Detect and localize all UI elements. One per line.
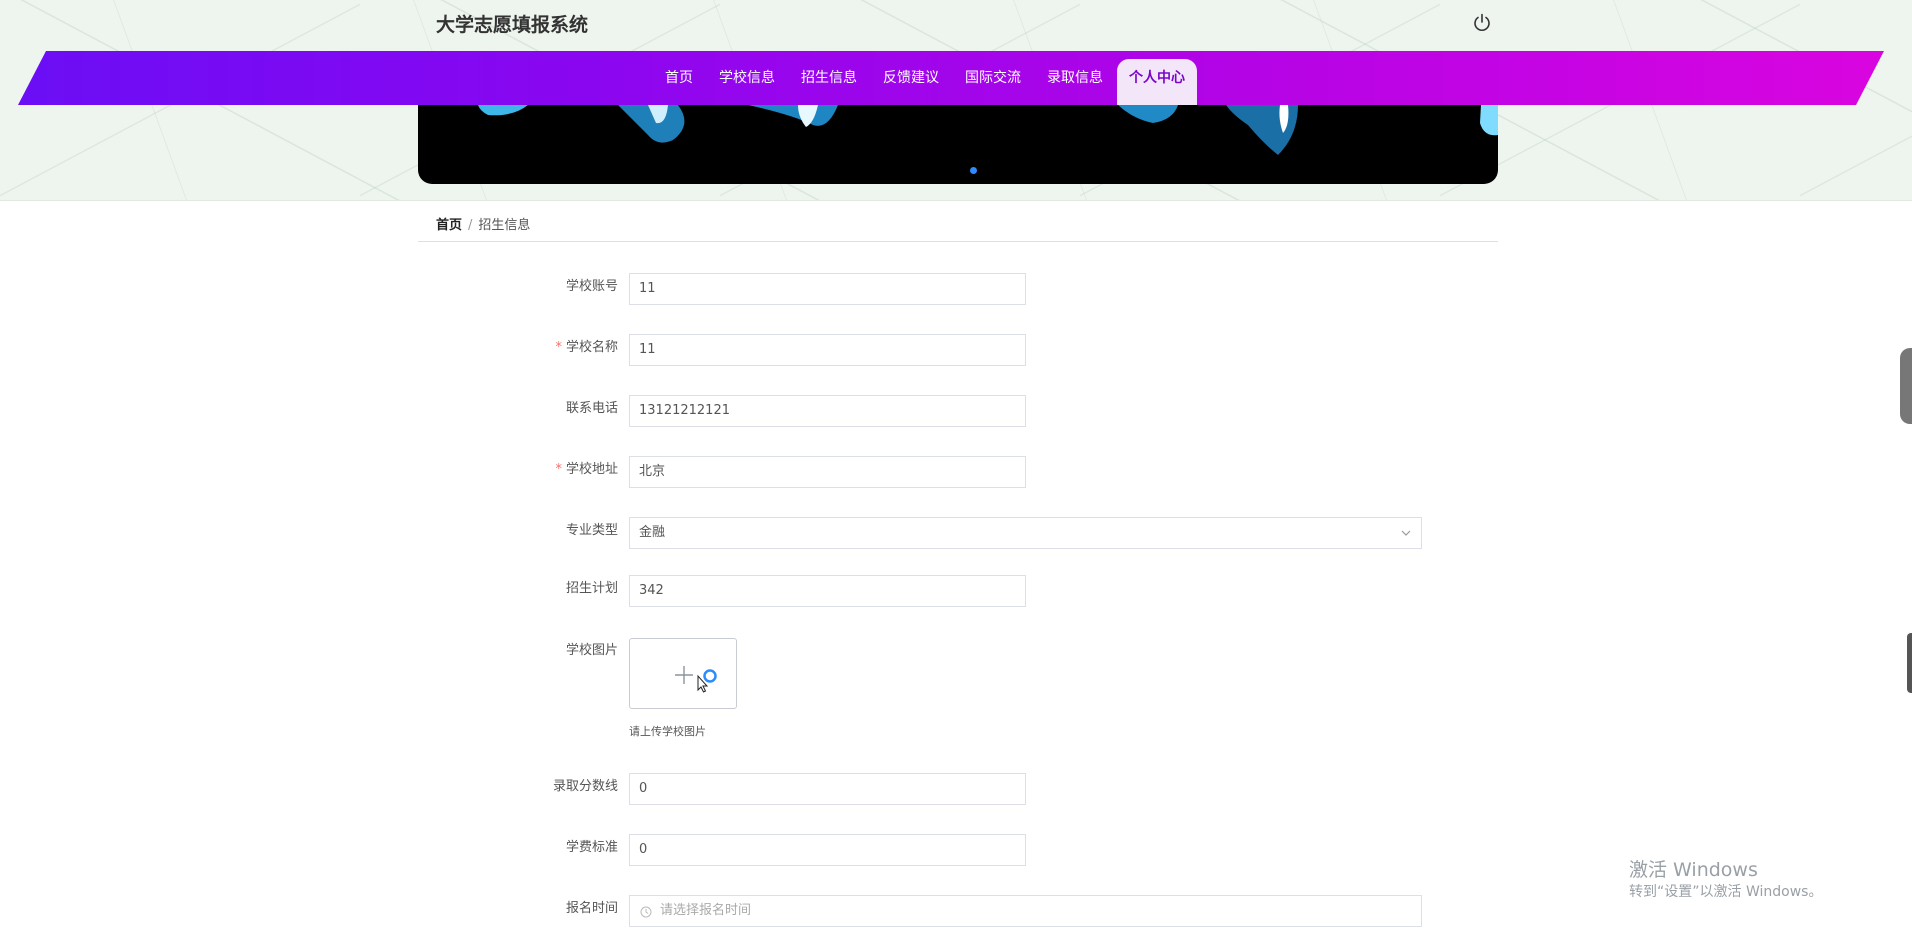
banner-carousel: [418, 105, 1498, 184]
nav-item-school-info[interactable]: 学校信息: [707, 59, 787, 105]
school-image-label-text: 学校图片: [565, 643, 618, 658]
tuition-input[interactable]: 0: [629, 834, 1026, 866]
school-name-label-text: 学校名称: [565, 340, 618, 355]
scrollbar-thumb[interactable]: [1907, 633, 1912, 693]
breadcrumb-divider: [418, 241, 1498, 242]
nav-item-enrollment-info[interactable]: 招生信息: [789, 59, 869, 105]
enroll-plan-label: 招生计划: [418, 581, 618, 597]
power-icon[interactable]: [1472, 13, 1492, 33]
nav-item-international[interactable]: 国际交流: [953, 59, 1033, 105]
school-account-label: 学校账号: [418, 279, 618, 295]
nav-item-home[interactable]: 首页: [653, 59, 705, 105]
main-nav: 首页 学校信息 招生信息 反馈建议 国际交流 录取信息 个人中心: [652, 59, 1198, 105]
major-type-value: 金融: [639, 525, 666, 540]
chevron-down-icon: [1401, 530, 1411, 536]
school-account-input[interactable]: 11: [629, 273, 1026, 305]
signup-time-label: 报名时间: [418, 901, 618, 917]
side-drawer-handle[interactable]: [1900, 348, 1912, 424]
score-line-label-text: 录取分数线: [552, 779, 618, 794]
breadcrumb-home[interactable]: 首页: [436, 218, 462, 233]
phone-label-text: 联系电话: [565, 401, 618, 416]
major-type-label: 专业类型: [418, 523, 618, 539]
major-type-label-text: 专业类型: [565, 523, 618, 538]
school-account-label-text: 学校账号: [565, 279, 618, 294]
site-title: 大学志愿填报系统: [436, 14, 589, 36]
phone-input[interactable]: 13121212121: [629, 395, 1026, 427]
enroll-plan-label-text: 招生计划: [565, 581, 618, 596]
address-label: * 学校地址: [418, 462, 618, 478]
breadcrumb: 首页 / 招生信息: [436, 214, 530, 233]
carousel-indicator-dot[interactable]: [970, 167, 977, 174]
major-type-select[interactable]: 金融: [629, 517, 1422, 549]
school-name-label: * 学校名称: [418, 340, 618, 356]
school-name-input[interactable]: 11: [629, 334, 1026, 366]
signup-time-picker[interactable]: 请选择报名时间: [629, 895, 1422, 927]
plus-icon: [675, 666, 717, 693]
image-upload-button[interactable]: [629, 638, 737, 709]
upload-tip: 请上传学校图片: [629, 725, 706, 738]
breadcrumb-current: 招生信息: [478, 218, 531, 233]
score-line-label: 录取分数线: [418, 779, 618, 795]
signup-time-label-text: 报名时间: [565, 901, 618, 916]
required-mark: *: [555, 462, 562, 477]
address-label-text: 学校地址: [565, 462, 618, 477]
tuition-label: 学费标准: [418, 840, 618, 856]
nav-item-feedback[interactable]: 反馈建议: [871, 59, 951, 105]
signup-time-placeholder: 请选择报名时间: [660, 903, 752, 918]
phone-label: 联系电话: [418, 401, 618, 417]
windows-activation-hint: 转到“设置”以激活 Windows。: [1629, 884, 1823, 900]
required-mark: *: [555, 340, 562, 355]
clock-icon: [640, 906, 652, 918]
address-input[interactable]: 北京: [629, 456, 1026, 488]
school-image-label: 学校图片: [418, 643, 618, 659]
nav-item-personal-center[interactable]: 个人中心: [1117, 59, 1197, 105]
enroll-plan-input[interactable]: 342: [629, 575, 1026, 607]
windows-activation-title: 激活 Windows: [1629, 859, 1758, 881]
nav-item-admission-info[interactable]: 录取信息: [1035, 59, 1115, 105]
breadcrumb-separator: /: [468, 218, 473, 233]
score-line-input[interactable]: 0: [629, 773, 1026, 805]
banner-image: [478, 105, 1498, 155]
tuition-label-text: 学费标准: [565, 840, 618, 855]
